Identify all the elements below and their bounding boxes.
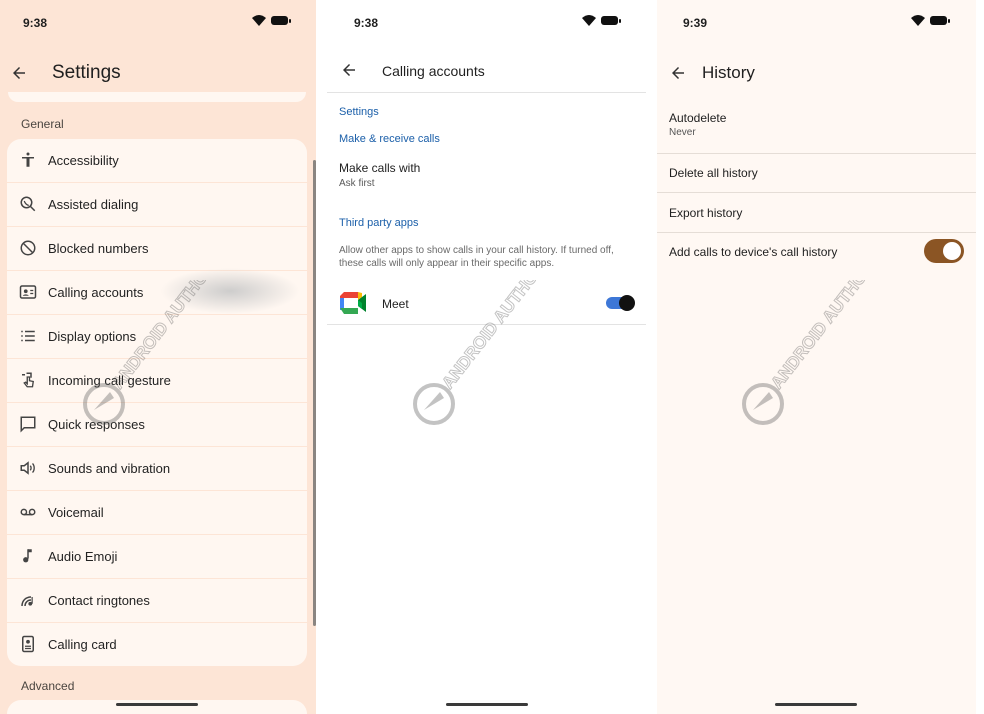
status-icons xyxy=(911,15,950,26)
speaker-icon xyxy=(20,461,35,475)
make-calls-with-label: Make calls with xyxy=(339,161,421,175)
gesture-icon xyxy=(22,372,35,388)
settings-item-label: Voicemail xyxy=(48,505,104,520)
wifi-icon xyxy=(252,15,266,26)
settings-item-label: Audio Emoji xyxy=(48,549,118,564)
calling-card-icon xyxy=(22,635,34,653)
back-arrow-icon[interactable] xyxy=(10,64,28,82)
make-calls-with-value: Ask first xyxy=(339,178,375,189)
settings-item-assisted-dialing[interactable]: Assisted dialing xyxy=(7,183,307,226)
third-party-description: Allow other apps to show calls in your c… xyxy=(339,245,614,269)
settings-item-label: Incoming call gesture xyxy=(48,373,171,388)
assisted-dialing-icon xyxy=(20,196,36,212)
battery-icon xyxy=(930,16,950,25)
export-history-item[interactable]: Export history xyxy=(669,206,742,220)
top-card-edge xyxy=(8,92,306,102)
ringtone-icon xyxy=(21,596,33,607)
settings-item-blocked-numbers[interactable]: Blocked numbers xyxy=(7,227,307,270)
settings-list: Accessibility Assisted dialing Blocked n… xyxy=(7,139,307,667)
settings-item-label: Assisted dialing xyxy=(48,197,139,212)
third-party-header: Third party apps xyxy=(339,217,419,229)
settings-item-accessibility[interactable]: Accessibility xyxy=(7,139,307,182)
settings-item-label: Accessibility xyxy=(48,153,119,168)
blur-smudge xyxy=(160,268,300,314)
autodelete-label: Autodelete xyxy=(669,111,727,125)
settings-item-label: Sounds and vibration xyxy=(48,461,171,476)
add-calls-label: Add calls to device's call history xyxy=(669,245,838,259)
meet-icon xyxy=(340,292,366,314)
status-icons xyxy=(582,15,621,26)
calling-accounts-screen: 9:38 Calling accounts Settings Make & re… xyxy=(316,0,657,714)
settings-item-label: Calling accounts xyxy=(48,285,144,300)
right-margin xyxy=(976,0,984,714)
battery-icon xyxy=(271,16,291,25)
status-time: 9:38 xyxy=(354,16,379,30)
settings-item-label: Display options xyxy=(48,329,137,344)
settings-item-voicemail[interactable]: Voicemail xyxy=(7,491,307,534)
add-calls-toggle[interactable] xyxy=(924,239,964,263)
home-indicator[interactable] xyxy=(446,703,528,706)
wifi-icon xyxy=(582,15,596,26)
calling-accounts-icon xyxy=(19,285,37,299)
meet-label: Meet xyxy=(382,297,409,311)
delete-all-history-item[interactable]: Delete all history xyxy=(669,166,758,180)
settings-item-label: Blocked numbers xyxy=(48,241,149,256)
settings-header: Settings xyxy=(339,106,379,118)
settings-item-calling-card[interactable]: Calling card xyxy=(7,623,307,666)
settings-item-label: Quick responses xyxy=(48,417,145,432)
settings-item-label: Contact ringtones xyxy=(48,593,150,608)
page-title: Calling accounts xyxy=(382,63,485,79)
toggle-thumb xyxy=(943,242,961,260)
settings-item-audio-emoji[interactable]: Audio Emoji xyxy=(7,535,307,578)
page-title: Settings xyxy=(52,62,121,83)
status-time: 9:39 xyxy=(683,16,708,30)
settings-item-label: Calling card xyxy=(48,637,117,652)
list-icon xyxy=(21,330,35,342)
section-label-general: General xyxy=(21,117,64,131)
divider xyxy=(657,192,976,193)
meet-toggle[interactable] xyxy=(606,295,635,311)
home-indicator[interactable] xyxy=(116,703,198,706)
status-icons xyxy=(252,15,291,26)
settings-item-contact-ringtones[interactable]: Contact ringtones xyxy=(7,579,307,622)
divider xyxy=(657,153,976,154)
chat-icon xyxy=(20,416,36,433)
divider xyxy=(657,232,976,233)
status-time: 9:38 xyxy=(23,16,48,30)
block-icon xyxy=(20,240,36,256)
settings-item-display-options[interactable]: Display options xyxy=(7,315,307,358)
wifi-icon xyxy=(911,15,925,26)
watermark-text: ANDROID AUTHORITY xyxy=(438,280,566,392)
page-title: History xyxy=(702,63,755,82)
settings-item-quick-responses[interactable]: Quick responses xyxy=(7,403,307,446)
divider xyxy=(327,92,646,93)
divider xyxy=(327,324,646,325)
section-label-advanced: Advanced xyxy=(21,679,75,693)
make-receive-header: Make & receive calls xyxy=(339,133,440,145)
voicemail-icon xyxy=(20,508,36,516)
battery-icon xyxy=(601,16,621,25)
back-arrow-icon[interactable] xyxy=(669,64,687,82)
history-screen: 9:39 History Autodelete Never Delete all… xyxy=(657,0,976,714)
back-arrow-icon[interactable] xyxy=(340,61,358,79)
watermark-logo: ANDROID AUTHORITY xyxy=(413,280,566,425)
settings-screen: 9:38 Settings General Accessibility Assi… xyxy=(0,0,316,714)
watermark-text: ANDROID AUTHORITY xyxy=(767,280,895,392)
watermark-logo: ANDROID AUTHORITY xyxy=(742,280,895,425)
autodelete-value: Never xyxy=(669,127,696,138)
home-indicator[interactable] xyxy=(775,703,857,706)
toggle-thumb xyxy=(619,295,635,311)
accessibility-icon xyxy=(22,152,34,167)
settings-item-sounds-vibration[interactable]: Sounds and vibration xyxy=(7,447,307,490)
music-note-icon xyxy=(23,549,32,563)
settings-item-incoming-call-gesture[interactable]: Incoming call gesture xyxy=(7,359,307,402)
